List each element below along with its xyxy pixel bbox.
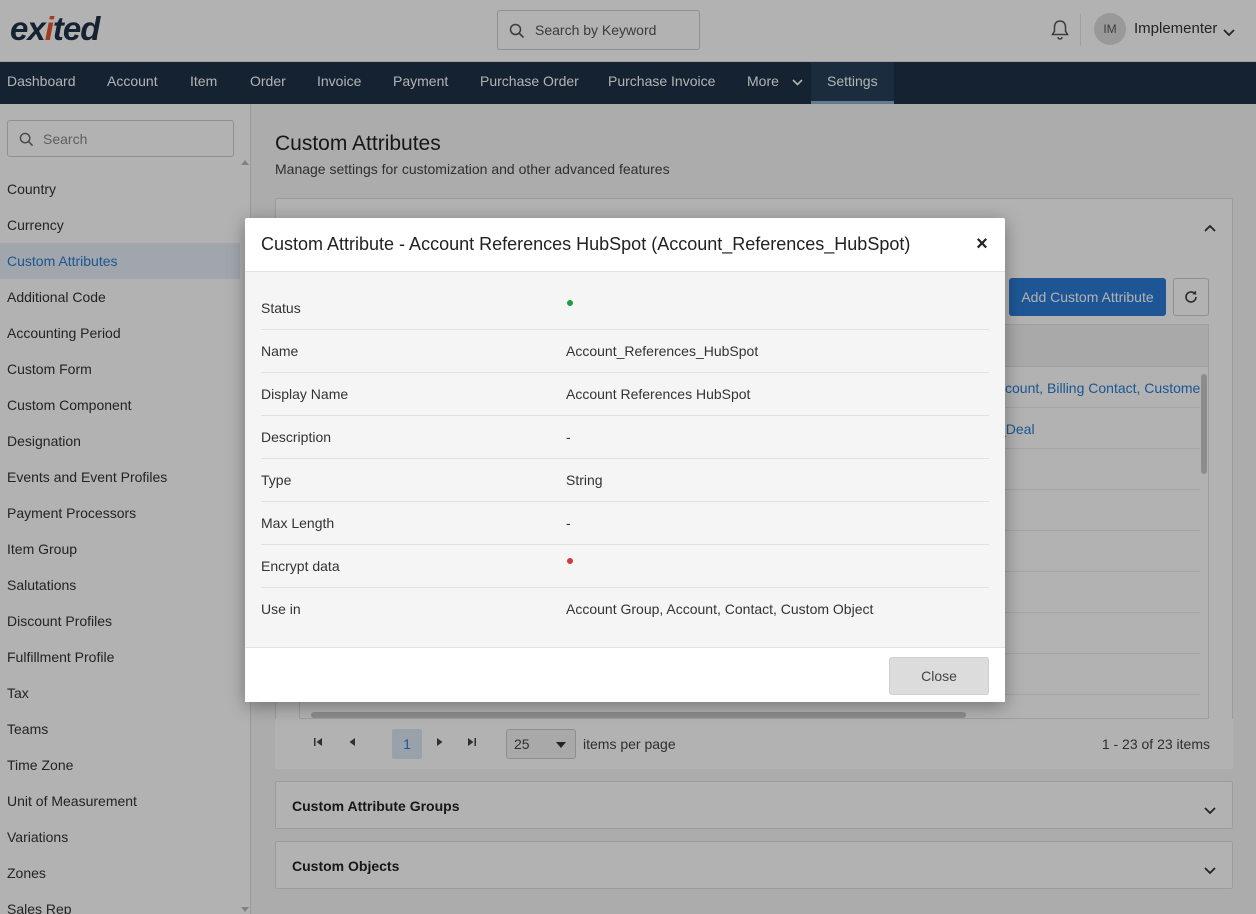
display-name-value: Account References HubSpot [566,386,751,402]
name-label: Name [261,343,299,359]
detail-row-use-in: Use in Account Group, Account, Contact, … [261,588,989,631]
description-label: Description [261,429,332,445]
display-name-label: Display Name [261,386,349,402]
close-icon[interactable]: × [972,234,992,254]
dialog-header: Custom Attribute - Account References Hu… [245,218,1005,272]
dialog-title: Custom Attribute - Account References Hu… [261,234,911,254]
max-length-label: Max Length [261,515,335,531]
status-label: Status [261,300,301,316]
use-in-value: Account Group, Account, Contact, Custom … [566,601,874,617]
dialog-body: Status Name Account_References_HubSpot D… [245,272,1005,647]
custom-attribute-detail-dialog: Custom Attribute - Account References Hu… [245,218,1005,702]
encrypt-data-label: Encrypt data [261,558,340,574]
description-value: - [566,429,571,445]
dialog-footer: Close [245,647,1005,702]
use-in-label: Use in [261,601,301,617]
detail-row-max-length: Max Length - [261,502,989,545]
detail-row-name: Name Account_References_HubSpot [261,330,989,373]
type-label: Type [261,472,292,488]
encrypt-indicator-dot [567,558,573,564]
status-indicator-dot [567,300,573,306]
detail-row-type: Type String [261,459,989,502]
close-button[interactable]: Close [889,657,989,695]
name-value: Account_References_HubSpot [566,343,759,359]
max-length-value: - [566,515,571,531]
detail-row-encrypt-data: Encrypt data [261,545,989,588]
type-value: String [566,472,603,488]
detail-row-description: Description - [261,416,989,459]
detail-row-display-name: Display Name Account References HubSpot [261,373,989,416]
detail-row-status: Status [261,287,989,330]
